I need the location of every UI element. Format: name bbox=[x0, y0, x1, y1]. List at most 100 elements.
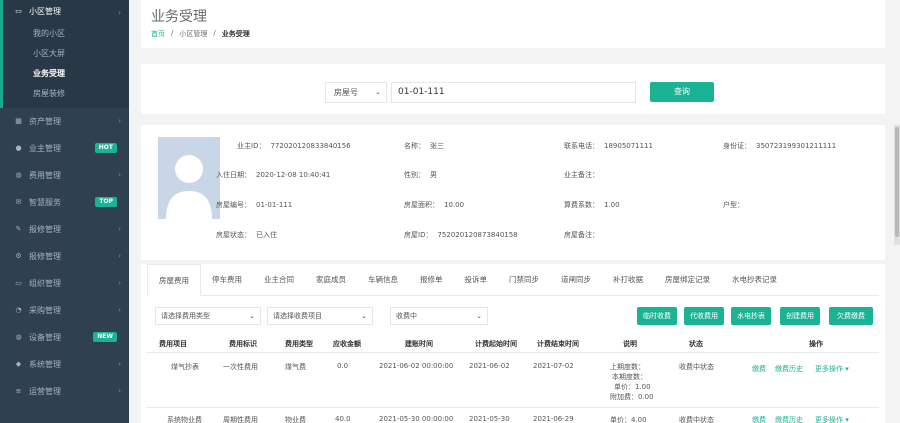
pay-history-link[interactable]: 缴费历史 bbox=[775, 364, 803, 374]
pay-link[interactable]: 缴费 bbox=[752, 364, 766, 374]
field-checkin-date: 入住日期： 2020-12-08 10:40:41 bbox=[216, 171, 331, 179]
nav-purchase[interactable]: ◔ 采购管理 › bbox=[0, 297, 129, 324]
meter-reading-button[interactable]: 水电抄表 bbox=[731, 307, 771, 325]
field-id-card: 身份证： 350723199301211111 bbox=[723, 142, 837, 150]
fee-item-select[interactable]: 请选择收费项目 ⌄ bbox=[267, 307, 373, 325]
tab-complaints[interactable]: 投诉单 bbox=[454, 264, 499, 296]
nav-community[interactable]: ▭ 小区管理 › bbox=[0, 0, 129, 22]
chevron-right-icon: › bbox=[118, 171, 121, 179]
fee-type-select[interactable]: 请选择费用类型 ⌄ bbox=[155, 307, 261, 325]
fee-status-select[interactable]: 收费中 ⌄ bbox=[390, 307, 488, 325]
nav-owners[interactable]: ● 业主管理 HOT bbox=[0, 135, 129, 162]
globe-icon: ◍ bbox=[15, 333, 22, 341]
more-actions-dropdown[interactable]: 更多操作 ▾ bbox=[815, 364, 849, 374]
search-button[interactable]: 查询 bbox=[650, 82, 714, 102]
nav-label: 采购管理 bbox=[29, 306, 61, 315]
th-flag: 费用标识 bbox=[229, 340, 257, 348]
field-owner-id: 业主ID： 772020120833840156 bbox=[237, 142, 351, 150]
chevron-right-icon: › bbox=[118, 9, 121, 17]
breadcrumb-sep: / bbox=[171, 29, 174, 37]
scrollbar-thumb[interactable] bbox=[895, 127, 899, 237]
cell-status: 收费中状态 bbox=[679, 363, 714, 371]
nav-label: 设备管理 bbox=[29, 333, 61, 342]
cell-desc-line: 附加费：0.00 bbox=[610, 393, 654, 401]
tab-reprint[interactable]: 补打收据 bbox=[602, 264, 654, 296]
nav-fees[interactable]: ◍ 费用管理 › bbox=[0, 162, 129, 189]
cell-end: 2021-06-29 bbox=[533, 415, 574, 423]
field-room-number: 房屋编号： 01-01-111 bbox=[216, 201, 293, 209]
tab-binding-records[interactable]: 房屋绑定记录 bbox=[654, 264, 721, 296]
table-row: 系统物业费 周期性费用 物业费 40.0 2021-05-30 00:00:00… bbox=[147, 409, 879, 423]
nav-assets[interactable]: ▦ 资产管理 › bbox=[0, 108, 129, 135]
create-fee-button[interactable]: 创建费用 bbox=[780, 307, 820, 325]
tab-contracts[interactable]: 业主合同 bbox=[253, 264, 305, 296]
cell-item: 系统物业费 bbox=[167, 416, 202, 423]
cell-amount: 40.0 bbox=[335, 415, 351, 423]
cell-amount: 0.0 bbox=[337, 362, 349, 370]
tab-gate-sync[interactable]: 道闸同步 bbox=[550, 264, 602, 296]
fee-item-value: 请选择收费项目 bbox=[273, 312, 322, 320]
chevron-down-icon: ⌄ bbox=[361, 312, 367, 320]
cell-flag: 周期性费用 bbox=[223, 416, 258, 423]
th-status: 状态 bbox=[689, 340, 703, 348]
search-type-select[interactable]: 房屋号 ⌄ bbox=[325, 82, 387, 103]
user-icon: ● bbox=[15, 144, 22, 152]
temp-charge-button[interactable]: 临时收费 bbox=[637, 307, 677, 325]
collect-fee-button[interactable]: 代收费用 bbox=[684, 307, 724, 325]
more-actions-dropdown[interactable]: 更多操作 ▾ bbox=[815, 415, 849, 423]
subnav-item-dashboard[interactable]: 小区大屏 bbox=[3, 44, 129, 64]
table-row: 煤气抄表 一次性费用 煤气费 0.0 2021-06-02 00:00:00 2… bbox=[147, 354, 879, 408]
owner-info-panel: 业主ID： 772020120833840156 名称： 张三 联系电话： 18905… bbox=[141, 125, 885, 260]
chevron-right-icon: › bbox=[118, 117, 121, 125]
chevron-right-icon: › bbox=[118, 225, 121, 233]
nav-label: 业主管理 bbox=[29, 144, 61, 153]
breadcrumb-home[interactable]: 首页 bbox=[151, 29, 165, 39]
chevron-down-icon: ⌄ bbox=[476, 312, 482, 320]
nav-smart[interactable]: ✉ 智慧服务 TOP bbox=[0, 189, 129, 216]
fee-status-value: 收费中 bbox=[396, 312, 417, 320]
search-input[interactable]: 01-01-111 bbox=[391, 82, 636, 103]
nav-equipment[interactable]: ◍ 设备管理 NEW bbox=[0, 324, 129, 351]
tabs-panel: 房屋费用 停车费用 业主合同 家庭成员 车辆信息 报修单 投诉单 门禁同步 道闸… bbox=[141, 264, 885, 423]
diamond-icon: ◆ bbox=[15, 360, 22, 368]
chevron-right-icon: › bbox=[118, 252, 121, 260]
tab-parking-fees[interactable]: 停车费用 bbox=[201, 264, 253, 296]
nav-label: 报修管理 bbox=[29, 225, 61, 234]
pay-history-link[interactable]: 缴费历史 bbox=[775, 415, 803, 423]
new-badge: NEW bbox=[93, 332, 117, 342]
search-type-value: 房屋号 bbox=[334, 88, 358, 97]
tab-family[interactable]: 家庭成员 bbox=[305, 264, 357, 296]
table-header: 费用项目 费用标识 费用类型 应收金额 建账时间 计费起始时间 计费结束时间 说… bbox=[147, 336, 879, 353]
wrench-icon: ✎ bbox=[15, 225, 22, 233]
subnav-item-my-community[interactable]: 我的小区 bbox=[3, 24, 129, 44]
tab-vehicles[interactable]: 车辆信息 bbox=[357, 264, 409, 296]
nav-label: 组织管理 bbox=[29, 279, 61, 288]
field-owner-remark: 业主备注： bbox=[564, 171, 599, 179]
subnav-item-renovation[interactable]: 房屋装修 bbox=[3, 84, 129, 104]
pay-link[interactable]: 缴费 bbox=[752, 415, 766, 423]
field-gender: 性别：男 bbox=[404, 171, 437, 179]
nav-operations[interactable]: ≡ 运营管理 › bbox=[0, 378, 129, 405]
cart-icon: ◔ bbox=[15, 306, 22, 314]
main-content: 业务受理 首页 / 小区管理 / 业务受理 房屋号 ⌄ 01-01-111 查询… bbox=[129, 0, 900, 423]
scrollbar[interactable] bbox=[894, 125, 900, 245]
breadcrumb-current: 业务受理 bbox=[221, 30, 250, 38]
fee-type-value: 请选择费用类型 bbox=[161, 312, 210, 320]
chevron-right-icon: › bbox=[118, 387, 121, 395]
tab-meter-records[interactable]: 水电抄表记录 bbox=[721, 264, 788, 296]
field-room-id: 房屋ID： 752020120873840158 bbox=[404, 231, 518, 239]
tab-access-sync[interactable]: 门禁同步 bbox=[498, 264, 550, 296]
nav-repair-2[interactable]: ⚙ 报修管理 › bbox=[0, 243, 129, 270]
tab-room-fees[interactable]: 房屋费用 bbox=[147, 264, 201, 296]
nav-repair[interactable]: ✎ 报修管理 › bbox=[0, 216, 129, 243]
nav-org[interactable]: ▭ 组织管理 › bbox=[0, 270, 129, 297]
monitor-icon: ▭ bbox=[15, 6, 22, 15]
subnav-item-business[interactable]: 业务受理 bbox=[3, 64, 129, 84]
avatar bbox=[158, 137, 220, 219]
nav-system[interactable]: ◆ 系统管理 › bbox=[0, 351, 129, 378]
subnav: 我的小区 小区大屏 业务受理 房屋装修 bbox=[0, 22, 129, 108]
breadcrumb-community[interactable]: 小区管理 bbox=[179, 29, 207, 39]
desktop-icon: ▭ bbox=[15, 279, 22, 287]
tab-repairs[interactable]: 报修单 bbox=[409, 264, 454, 296]
arrears-payment-button[interactable]: 欠费缴费 bbox=[829, 307, 873, 325]
